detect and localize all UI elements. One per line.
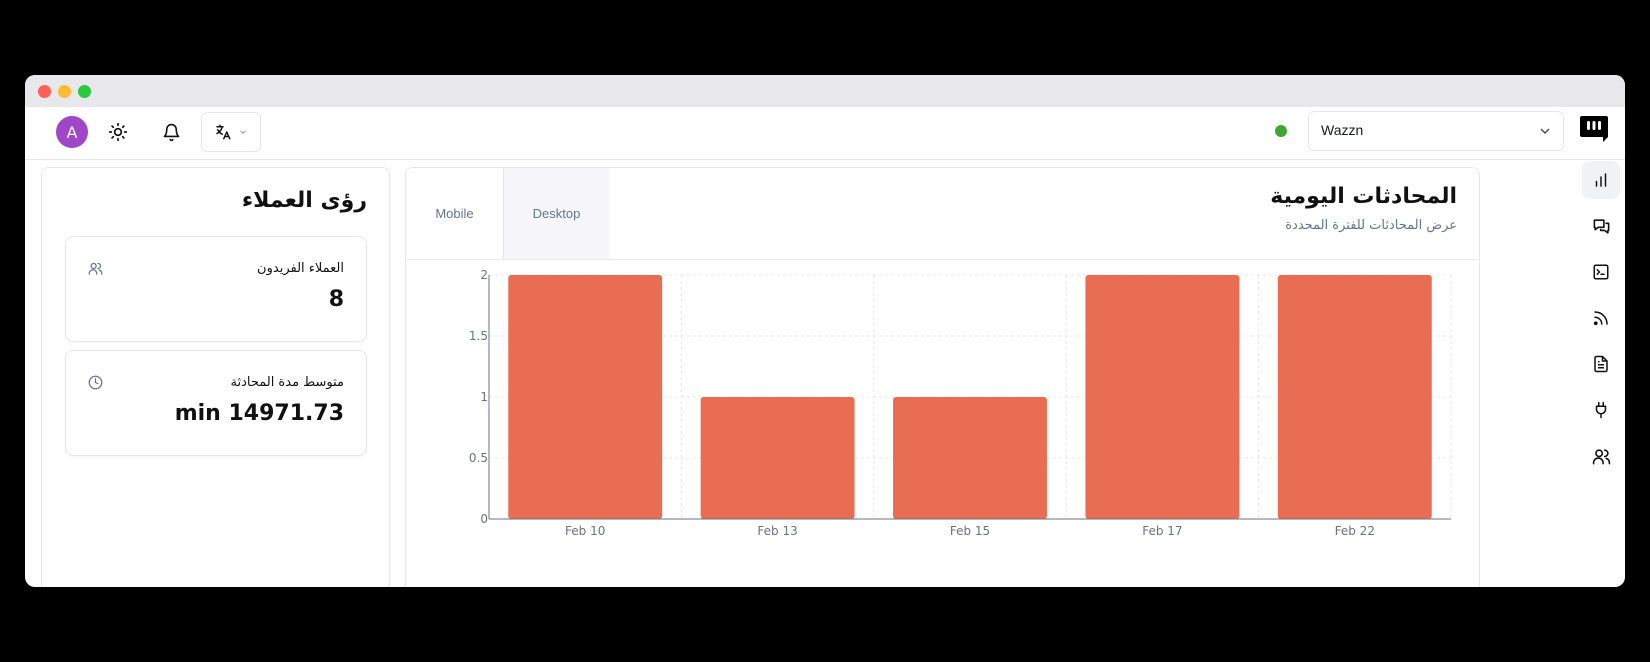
bar-chart-icon [1595, 173, 1607, 187]
customer-insights-card: رؤى العملاء العملاء الفريدون 8 متوسط مدة… [41, 167, 390, 587]
avg-duration-card: متوسط مدة المحادثة min 14971.73 [65, 350, 367, 456]
chevron-down-icon [1540, 128, 1550, 134]
tab-desktop[interactable]: Desktop [504, 168, 609, 259]
x-tick-label: Feb 17 [1142, 524, 1182, 538]
chart-subtitle: عرض المحادثات للفترة المحددة [1285, 218, 1457, 233]
x-tick-label: Feb 13 [757, 524, 797, 538]
close-window-button[interactable] [38, 85, 51, 98]
unique-customers-label: العملاء الفريدون [257, 261, 344, 276]
nav-feeds[interactable] [1582, 299, 1620, 337]
nav-analytics[interactable] [1582, 161, 1620, 199]
top-header: A Wazzn [25, 107, 1625, 160]
avg-duration-label: متوسط مدة المحادثة [230, 375, 344, 390]
nav-conversations[interactable] [1582, 207, 1620, 245]
unique-customers-value: 8 [328, 287, 344, 312]
chart-title: المحادثات اليومية [1270, 184, 1457, 209]
bar-feb-13 [700, 397, 855, 519]
tab-mobile[interactable]: Mobile [406, 168, 504, 259]
unique-customers-card: العملاء الفريدون 8 [65, 236, 367, 342]
bar-feb-22 [1277, 275, 1432, 519]
app-logo-icon[interactable] [1579, 114, 1609, 144]
bell-icon [163, 123, 179, 141]
y-tick-label: 1.5 [469, 329, 488, 343]
bar-feb-10 [508, 275, 663, 519]
document-icon [1594, 355, 1608, 373]
terminal-icon [1593, 264, 1609, 280]
y-tick-label: 2 [480, 268, 488, 282]
notifications-button[interactable] [159, 120, 183, 144]
plug-icon [1595, 401, 1607, 419]
chevron-down-icon [240, 130, 246, 134]
bar-feb-15 [893, 397, 1047, 519]
chart-header: Mobile Desktop المحادثات اليومية عرض الم… [406, 168, 1479, 260]
users-icon [1592, 448, 1610, 464]
rss-icon [1593, 311, 1608, 326]
chat-icon [1593, 218, 1609, 234]
nav-terminal[interactable] [1582, 253, 1620, 291]
users-icon [88, 261, 103, 280]
nav-documents[interactable] [1582, 345, 1620, 383]
maximize-window-button[interactable] [78, 85, 91, 98]
theme-toggle-button[interactable] [106, 120, 130, 144]
x-tick-label: Feb 22 [1335, 524, 1375, 538]
side-nav [1580, 159, 1625, 587]
status-indicator [1275, 125, 1287, 137]
y-tick-label: 0 [480, 512, 488, 526]
x-tick-label: Feb 15 [950, 524, 990, 538]
sun-icon [108, 122, 128, 142]
daily-conversations-card: Mobile Desktop المحادثات اليومية عرض الم… [405, 167, 1480, 587]
language-button[interactable] [201, 112, 261, 152]
x-tick-label: Feb 10 [565, 524, 605, 538]
avg-duration-value: min 14971.73 [174, 401, 344, 426]
window-titlebar [25, 75, 1625, 107]
insights-title: رؤى العملاء [241, 188, 367, 213]
y-tick-label: 0.5 [469, 451, 488, 465]
clock-icon [88, 375, 103, 394]
y-tick-label: 1 [480, 390, 488, 404]
minimize-window-button[interactable] [58, 85, 71, 98]
translate-icon [216, 124, 231, 140]
nav-integrations[interactable] [1582, 391, 1620, 429]
workspace-select-value: Wazzn [1321, 122, 1364, 138]
avatar[interactable]: A [56, 116, 88, 148]
bar-feb-17 [1085, 275, 1240, 519]
workspace-select[interactable]: Wazzn [1308, 111, 1564, 151]
app-window: A Wazzn رؤى العملاء العملاء الفريدون 8 م… [25, 75, 1625, 587]
daily-conversations-chart: 0 0.5 1 1.5 2 Feb 10 Feb 13 Feb 15 Feb 17 Feb 22 [469, 268, 1452, 538]
nav-users[interactable] [1582, 437, 1620, 475]
